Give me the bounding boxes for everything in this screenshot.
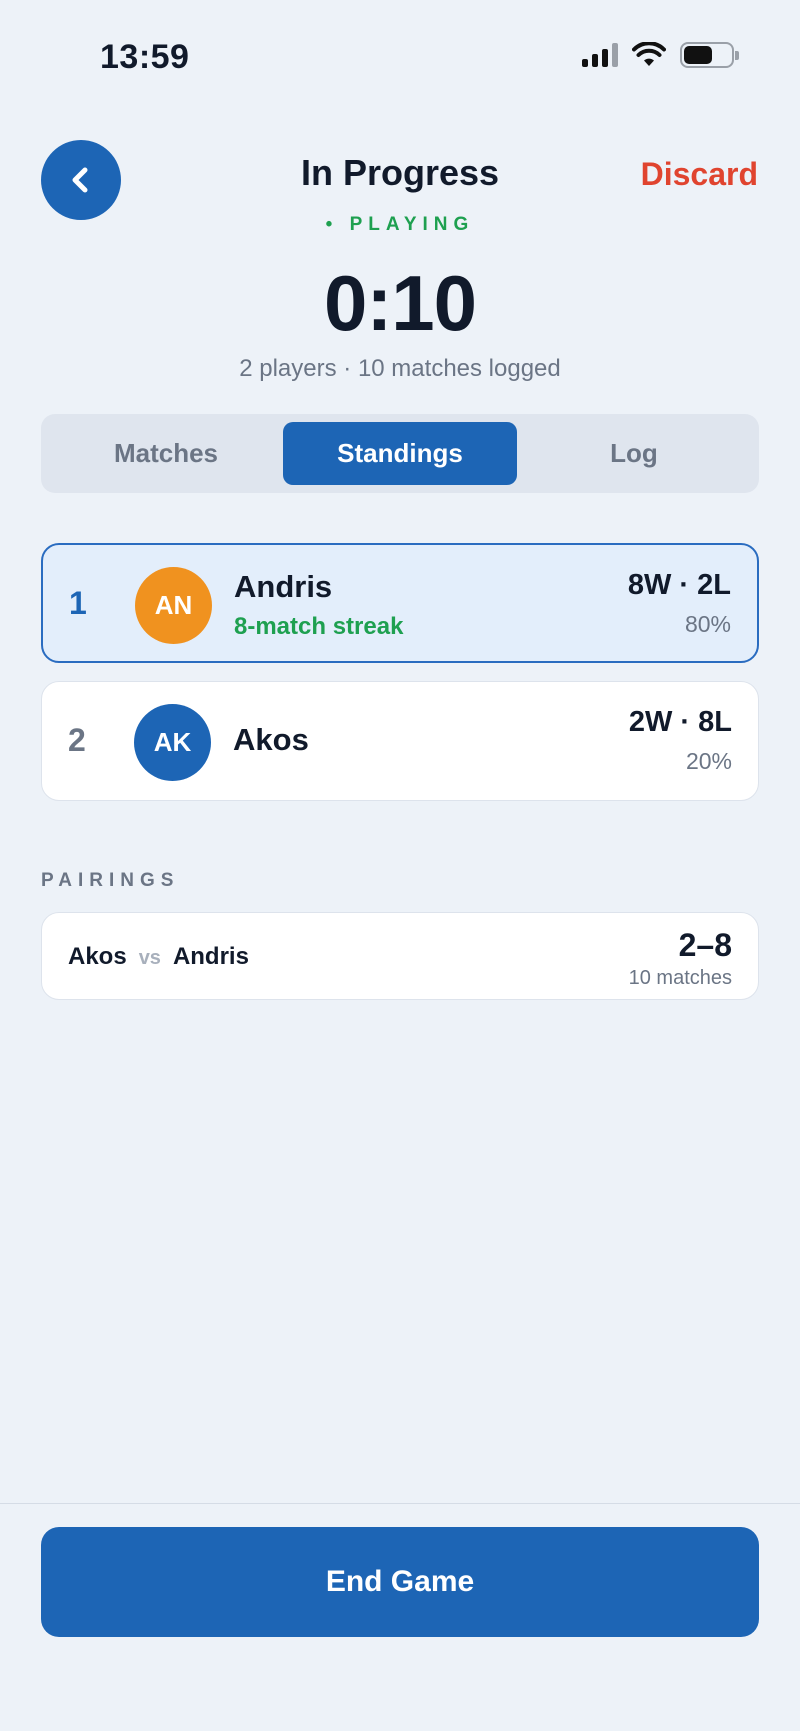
pairing-player-a: Akos [68, 943, 127, 970]
win-percentage: 20% [685, 748, 732, 774]
player-name: Andris [234, 569, 333, 604]
streak-label: 8-match streak [234, 613, 404, 640]
pairing-row[interactable]: Akos vs Andris 2–8 10 matches [41, 912, 759, 1000]
tab-standings[interactable]: Standings [283, 422, 517, 485]
game-timer: 0:10 [323, 259, 477, 347]
standing-row[interactable]: 1 AN Andris 8-match streak 8W · 2L 80% [41, 543, 759, 663]
pairing-player-b: Andris [172, 943, 249, 970]
avatar: AK [134, 704, 211, 781]
tab-matches[interactable]: Matches [49, 422, 283, 485]
status-time: 13:59 [100, 38, 190, 76]
cellular-signal-icon [582, 43, 618, 67]
win-loss-record: 2W · 8L [628, 706, 732, 738]
pairing-players: Akos vs Andris [68, 943, 249, 971]
pairing-match-count: 10 matches [628, 967, 732, 989]
game-summary: 2 players · 10 matches logged [239, 355, 561, 382]
view-tabs: Matches Standings Log [41, 414, 759, 493]
pairing-score: 2–8 [678, 927, 732, 963]
battery-icon [680, 42, 739, 68]
end-game-button[interactable]: End Game [41, 1527, 759, 1637]
rank-number: 2 [68, 722, 86, 758]
player-name: Akos [233, 722, 309, 757]
standing-row[interactable]: 2 AK Akos 2W · 8L 20% [41, 681, 759, 801]
pairings-heading: PAIRINGS [41, 870, 180, 891]
discard-button[interactable]: Discard [641, 156, 758, 193]
playing-status-badge: • PLAYING [325, 214, 475, 235]
status-icons [582, 42, 739, 68]
footer-divider [0, 1503, 800, 1504]
pairing-vs-label: vs [138, 947, 161, 969]
win-percentage: 80% [684, 611, 731, 637]
wifi-icon [632, 42, 666, 66]
win-loss-record: 8W · 2L [627, 569, 731, 601]
status-bar: 13:59 [0, 0, 800, 110]
tab-log[interactable]: Log [517, 422, 751, 485]
rank-number: 1 [69, 585, 87, 621]
avatar: AN [135, 567, 212, 644]
